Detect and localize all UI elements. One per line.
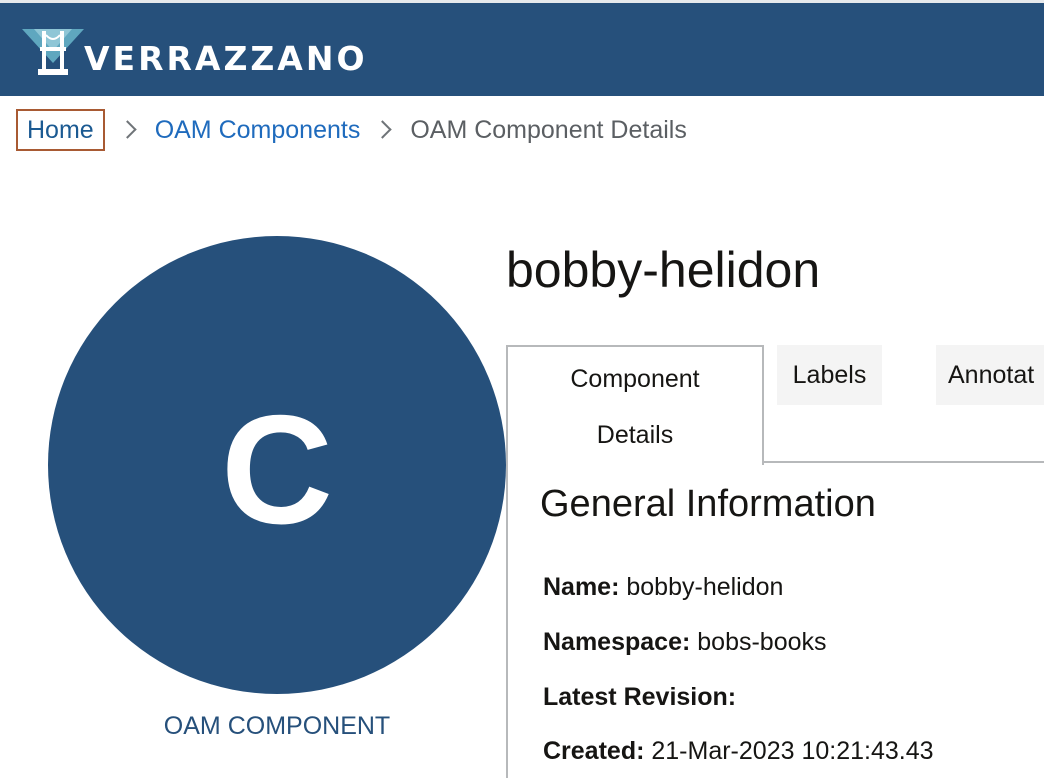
- field-label: Latest Revision:: [543, 683, 737, 711]
- tab-component-details-label-line2: Details: [596, 421, 674, 449]
- field-value: bobby-helidon: [626, 573, 784, 601]
- tab-bar-divider: [762, 461, 1044, 463]
- breadcrumb-oam-components-link[interactable]: OAM Components: [155, 115, 361, 145]
- breadcrumb-current: OAM Component Details: [410, 116, 687, 144]
- field-label: Name:: [543, 573, 620, 601]
- tab-annotations[interactable]: Annotat: [936, 345, 1044, 405]
- avatar-caption: OAM COMPONENT: [163, 712, 391, 740]
- verrazzano-bridge-logo-icon[interactable]: [20, 25, 86, 81]
- tab-labels[interactable]: Labels: [777, 345, 882, 405]
- field-namespace: Namespace: bobs-books: [543, 625, 827, 659]
- component-avatar: C: [48, 236, 506, 694]
- field-value: bobs-books: [697, 628, 827, 656]
- breadcrumb-home-link[interactable]: Home: [16, 109, 105, 151]
- section-title: General Information: [540, 483, 876, 525]
- app-header: VERRAZZANO: [0, 0, 1044, 96]
- chevron-right-icon: [360, 115, 410, 145]
- field-value: 21-Mar-2023 10:21:43.43: [651, 737, 934, 765]
- field-name: Name: bobby-helidon: [543, 570, 783, 604]
- field-label: Created:: [543, 737, 645, 765]
- tab-component-details-label-line1: Component: [570, 365, 700, 393]
- breadcrumb: Home OAM Components OAM Component Detail…: [16, 107, 687, 153]
- field-label: Namespace:: [543, 628, 691, 656]
- brand-name: VERRAZZANO: [84, 39, 368, 78]
- details-panel-border: [506, 463, 508, 778]
- page-title: bobby-helidon: [506, 242, 821, 298]
- tab-component-details[interactable]: Component Details: [506, 345, 764, 465]
- avatar-letter: C: [221, 382, 333, 556]
- chevron-right-icon: [105, 115, 155, 145]
- field-latest-revision: Latest Revision:: [543, 680, 736, 714]
- field-created: Created: 21-Mar-2023 10:21:43.43: [543, 734, 934, 768]
